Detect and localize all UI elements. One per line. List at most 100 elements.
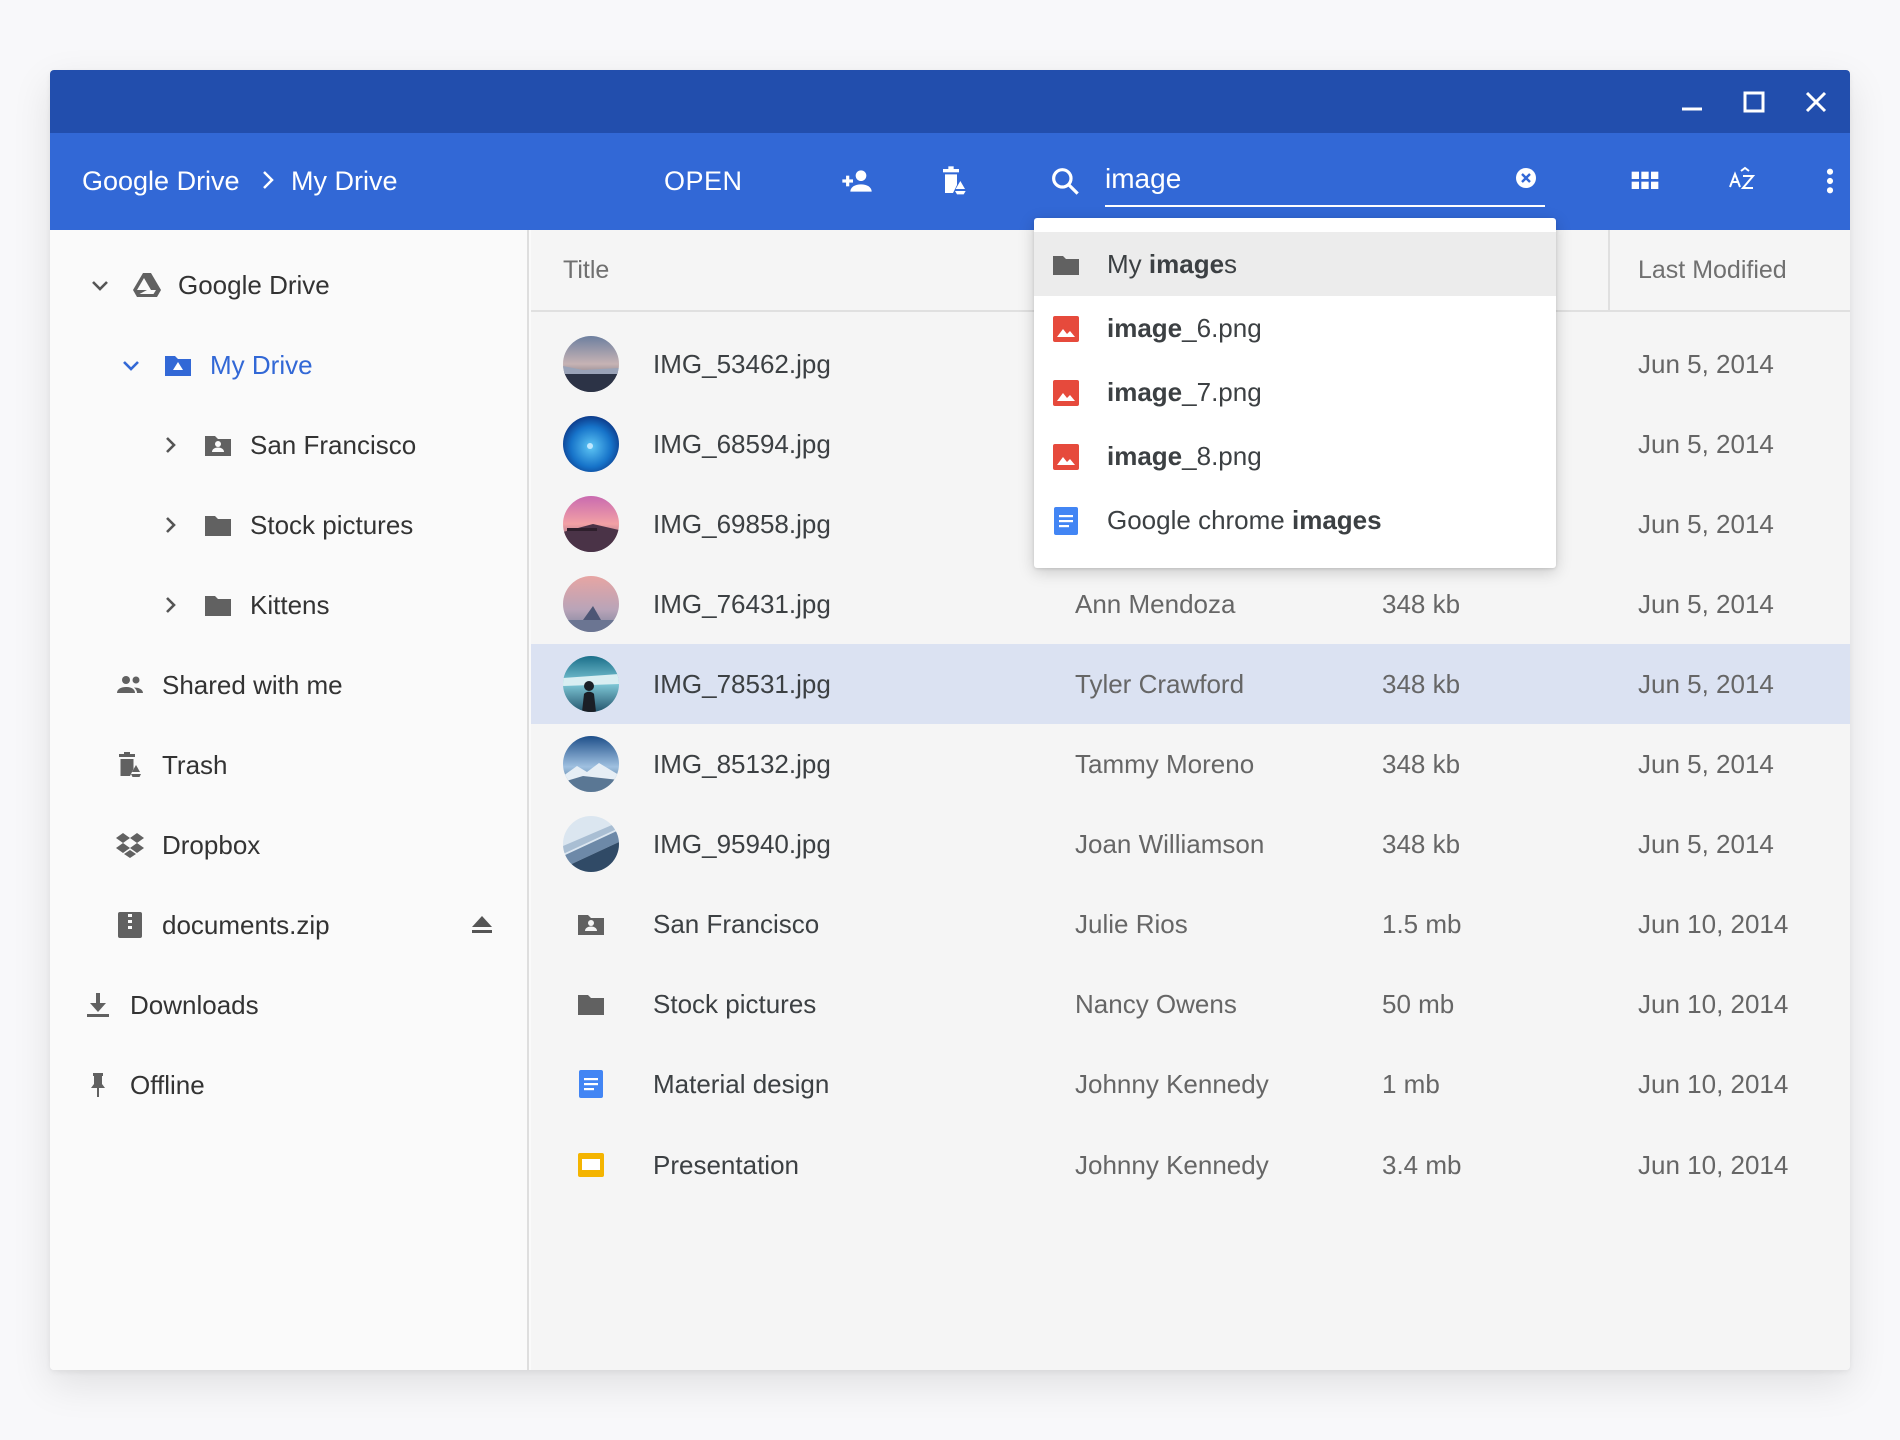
title-bar: [50, 70, 1850, 133]
table-row[interactable]: San Francisco Julie Rios 1.5 mb Jun 10, …: [531, 884, 1850, 964]
maximize-icon[interactable]: [1736, 84, 1772, 120]
my-drive-icon: [163, 350, 193, 380]
sort-az-icon[interactable]: [1722, 161, 1762, 201]
sidebar-item-shared-with-me[interactable]: Shared with me: [50, 655, 529, 715]
suggestion-item[interactable]: image_6.png: [1034, 296, 1556, 360]
image-file-icon: [1051, 378, 1081, 408]
sidebar-item-trash[interactable]: Trash: [50, 735, 529, 795]
clear-search-icon[interactable]: [1513, 165, 1539, 191]
file-modified: Jun 10, 2014: [1638, 988, 1789, 1019]
grid-view-icon[interactable]: [1625, 161, 1665, 201]
file-modified: Jun 10, 2014: [1638, 1149, 1789, 1180]
table-row[interactable]: IMG_76431.jpg Ann Mendoza 348 kb Jun 5, …: [531, 564, 1850, 644]
people-icon: [115, 670, 145, 700]
suggestion-label: image_6.png: [1107, 312, 1262, 343]
file-size: 3.4 mb: [1382, 1149, 1462, 1180]
file-title: San Francisco: [653, 908, 820, 939]
table-row[interactable]: Presentation Johnny Kennedy 3.4 mb Jun 1…: [531, 1125, 1850, 1205]
sidebar-item-downloads[interactable]: Downloads: [50, 975, 529, 1035]
suggestion-item[interactable]: image_8.png: [1034, 424, 1556, 488]
sidebar-item-stock-pictures[interactable]: Stock pictures: [50, 495, 529, 555]
suggestion-item[interactable]: Google chrome images: [1034, 488, 1556, 552]
minimize-icon[interactable]: [1674, 84, 1710, 120]
trash-icon: [115, 750, 145, 780]
search-icon[interactable]: [1045, 161, 1085, 201]
file-owner: Johnny Kennedy: [1075, 1068, 1269, 1099]
column-divider: [1608, 230, 1610, 310]
file-size: 348 kb: [1382, 588, 1461, 619]
thumbnail-image: [563, 816, 619, 872]
column-title[interactable]: Title: [563, 230, 609, 310]
sidebar-item-offline[interactable]: Offline: [50, 1055, 529, 1115]
thumbnail-image: [563, 736, 619, 792]
column-last-modified[interactable]: Last Modified: [1638, 230, 1787, 310]
sidebar-item-my-drive[interactable]: My Drive: [50, 335, 529, 395]
table-row[interactable]: Material design Johnny Kennedy 1 mb Jun …: [531, 1044, 1850, 1124]
file-modified: Jun 5, 2014: [1638, 428, 1774, 459]
thumbnail-image: [563, 576, 619, 632]
sidebar-item-kittens[interactable]: Kittens: [50, 575, 529, 635]
sidebar-item-documents-zip[interactable]: documents.zip: [50, 895, 529, 955]
sidebar-item-label: Stock pictures: [250, 509, 414, 540]
file-modified: Jun 5, 2014: [1638, 828, 1774, 859]
suggestion-item[interactable]: image_7.png: [1034, 360, 1556, 424]
suggestion-label: Google chrome images: [1107, 504, 1382, 535]
thumbnail-image: [563, 416, 619, 472]
pin-icon: [83, 1070, 113, 1100]
table-row[interactable]: IMG_95940.jpg Joan Williamson 348 kb Jun…: [531, 804, 1850, 884]
sidebar-item-label: Trash: [162, 749, 228, 780]
chevron-right-icon[interactable]: [158, 593, 182, 617]
table-row[interactable]: IMG_78531.jpg Tyler Crawford 348 kb Jun …: [531, 644, 1850, 724]
close-icon[interactable]: [1798, 84, 1834, 120]
file-modified: Jun 10, 2014: [1638, 1068, 1789, 1099]
table-row[interactable]: IMG_85132.jpg Tammy Moreno 348 kb Jun 5,…: [531, 724, 1850, 804]
file-title: IMG_95940.jpg: [653, 828, 831, 859]
sidebar: Google Drive My Drive San Francisco Stoc…: [50, 230, 529, 1370]
search-suggestions: My images image_6.png image_7.png image_…: [1034, 218, 1556, 568]
file-modified: Jun 10, 2014: [1638, 908, 1789, 939]
chevron-right-icon[interactable]: [158, 433, 182, 457]
chevron-right-icon[interactable]: [158, 513, 182, 537]
file-size: 1.5 mb: [1382, 908, 1462, 939]
sidebar-item-label: Shared with me: [162, 669, 343, 700]
sidebar-item-dropbox[interactable]: Dropbox: [50, 815, 529, 875]
eject-icon[interactable]: [468, 911, 496, 939]
sidebar-item-san-francisco[interactable]: San Francisco: [50, 415, 529, 475]
file-title: IMG_78531.jpg: [653, 668, 831, 699]
table-row[interactable]: Stock pictures Nancy Owens 50 mb Jun 10,…: [531, 964, 1850, 1044]
suggestion-label: My images: [1107, 248, 1238, 279]
file-owner: Tyler Crawford: [1075, 668, 1245, 699]
sidebar-item-label: Dropbox: [162, 829, 261, 860]
file-size: 1 mb: [1382, 1068, 1440, 1099]
breadcrumb-google-drive[interactable]: Google Drive: [82, 133, 240, 230]
file-size: 348 kb: [1382, 828, 1461, 859]
thumbnail-image: [563, 336, 619, 392]
chevron-down-icon[interactable]: [119, 353, 143, 377]
file-modified: Jun 5, 2014: [1638, 588, 1774, 619]
sidebar-item-label: Kittens: [250, 589, 330, 620]
add-person-icon[interactable]: [837, 161, 877, 201]
file-manager-window: Google Drive My Drive OPEN image My imag…: [50, 70, 1850, 1370]
zip-icon: [115, 910, 145, 940]
more-vert-icon[interactable]: [1810, 161, 1850, 201]
search-input[interactable]: [1105, 157, 1485, 201]
delete-drive-icon[interactable]: [935, 161, 975, 201]
file-title: IMG_69858.jpg: [653, 508, 831, 539]
thumbnail-image: [563, 496, 619, 552]
file-title: Material design: [653, 1068, 830, 1099]
file-title: IMG_68594.jpg: [653, 428, 831, 459]
folder-icon: [203, 590, 233, 620]
breadcrumb-my-drive[interactable]: My Drive: [291, 133, 398, 230]
suggestion-item[interactable]: My images: [1034, 232, 1556, 296]
file-size: 50 mb: [1382, 988, 1455, 1019]
open-button[interactable]: OPEN: [664, 133, 743, 230]
chevron-down-icon[interactable]: [88, 273, 112, 297]
sidebar-item-google-drive[interactable]: Google Drive: [50, 255, 529, 315]
file-owner: Ann Mendoza: [1075, 588, 1236, 619]
sidebar-item-label: My Drive: [210, 349, 313, 380]
file-title: IMG_85132.jpg: [653, 748, 831, 779]
google-drive-icon: [132, 270, 162, 300]
file-owner: Tammy Moreno: [1075, 748, 1255, 779]
file-title: Presentation: [653, 1149, 799, 1180]
file-size: 348 kb: [1382, 668, 1461, 699]
